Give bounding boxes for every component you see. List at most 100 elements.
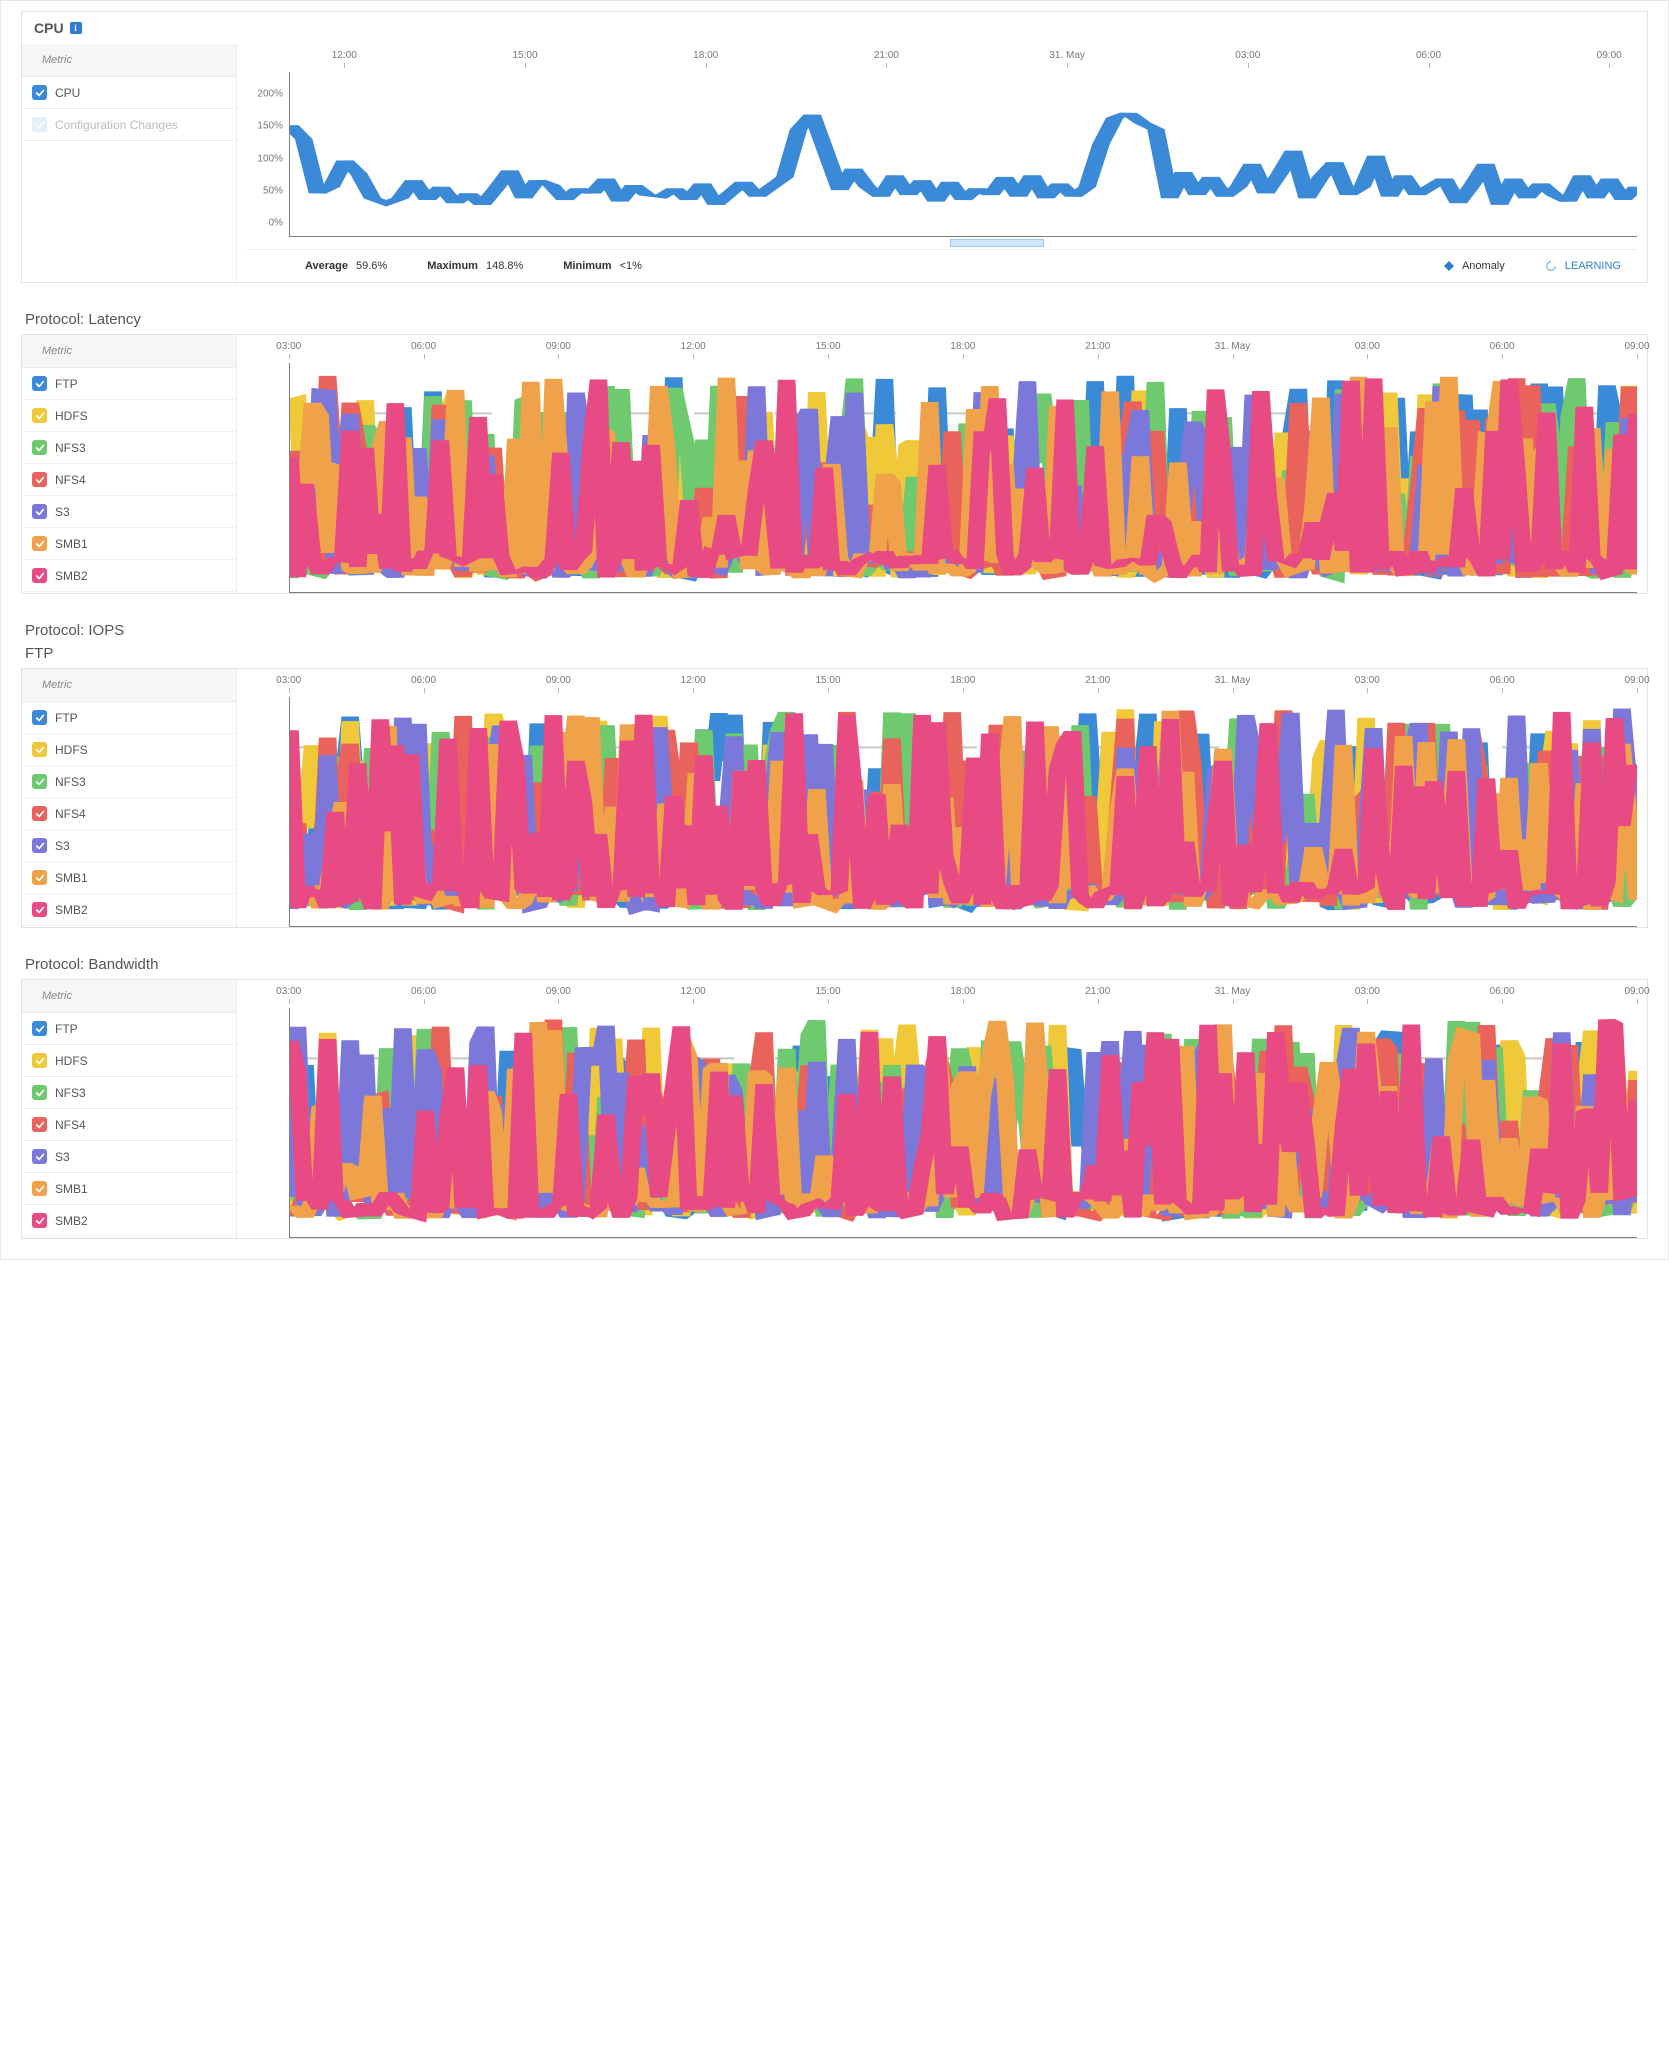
legend-item-smb1[interactable]: SMB1: [22, 862, 236, 894]
checkbox-icon[interactable]: [32, 1213, 47, 1228]
checkbox-icon[interactable]: [32, 472, 47, 487]
panel-cpu: CPU i Metric CPUConfiguration Changes 12…: [21, 11, 1648, 283]
max-label: Maximum: [427, 260, 478, 272]
chart-iops[interactable]: 03:0006:0009:0012:0015:0018:0021:0031. M…: [237, 669, 1647, 927]
legend-item-smb1[interactable]: SMB1: [22, 1173, 236, 1205]
section-title-iops: Protocol: IOPS: [25, 622, 1648, 639]
legend-item-ftp[interactable]: FTP: [22, 702, 236, 734]
checkbox-icon[interactable]: [32, 1117, 47, 1132]
checkbox-icon[interactable]: [32, 440, 47, 455]
legend-item-hdfs[interactable]: HDFS: [22, 400, 236, 432]
x-tick-label: 03:00: [1355, 986, 1380, 997]
learning-label: LEARNING: [1565, 260, 1621, 272]
legend-label: NFS4: [55, 807, 86, 821]
x-tick-label: 09:00: [546, 986, 571, 997]
y-tick-label: 150%: [257, 121, 283, 132]
legend-iops: Metric FTPHDFSNFS3NFS4S3SMB1SMB2: [22, 669, 237, 927]
x-tick-label: 18:00: [693, 50, 718, 61]
legend-label: FTP: [55, 377, 78, 391]
panel-latency: Metric FTPHDFSNFS3NFS4S3SMB1SMB2 03:0006…: [21, 334, 1648, 594]
checkbox-icon[interactable]: [32, 838, 47, 853]
x-tick-label: 12:00: [332, 50, 357, 61]
x-tick-label: 15:00: [816, 986, 841, 997]
legend-item-hdfs[interactable]: HDFS: [22, 1045, 236, 1077]
x-tick-label: 09:00: [1624, 986, 1649, 997]
legend-label: CPU: [55, 86, 80, 100]
x-tick-label: 18:00: [950, 675, 975, 686]
legend-bandwidth: Metric FTPHDFSNFS3NFS4S3SMB1SMB2: [22, 980, 237, 1238]
legend-label: S3: [55, 839, 70, 853]
legend-item-s3[interactable]: S3: [22, 830, 236, 862]
chart-bandwidth[interactable]: 03:0006:0009:0012:0015:0018:0021:0031. M…: [237, 980, 1647, 1238]
x-tick-label: 31. May: [1215, 986, 1251, 997]
chart-cpu[interactable]: 12:0015:0018:0021:0031. May03:0006:0009:…: [237, 44, 1647, 282]
legend-item-hdfs[interactable]: HDFS: [22, 734, 236, 766]
x-tick-label: 31. May: [1049, 50, 1085, 61]
legend-item-smb2[interactable]: SMB2: [22, 894, 236, 926]
stats-row: Average59.6% Maximum148.8% Minimum<1% An…: [247, 249, 1637, 282]
x-tick-label: 12:00: [681, 675, 706, 686]
legend-label: HDFS: [55, 1054, 88, 1068]
x-tick-label: 09:00: [1624, 341, 1649, 352]
chart-latency[interactable]: 03:0006:0009:0012:0015:0018:0021:0031. M…: [237, 335, 1647, 593]
legend-item-nfs3[interactable]: NFS3: [22, 432, 236, 464]
x-tick-label: 06:00: [1490, 986, 1515, 997]
x-tick-label: 06:00: [411, 341, 436, 352]
checkbox-icon[interactable]: [32, 117, 47, 132]
checkbox-icon[interactable]: [32, 1021, 47, 1036]
checkbox-icon[interactable]: [32, 1053, 47, 1068]
x-tick-label: 03:00: [276, 341, 301, 352]
legend-item-smb1[interactable]: SMB1: [22, 528, 236, 560]
legend-item-ftp[interactable]: FTP: [22, 368, 236, 400]
legend-item-nfs4[interactable]: NFS4: [22, 1109, 236, 1141]
x-tick-label: 03:00: [276, 675, 301, 686]
x-tick-label: 03:00: [1355, 675, 1380, 686]
legend-item-nfs4[interactable]: NFS4: [22, 798, 236, 830]
legend-item-smb2[interactable]: SMB2: [22, 560, 236, 592]
legend-cpu: Metric CPUConfiguration Changes: [22, 44, 237, 282]
x-tick-label: 21:00: [1085, 675, 1110, 686]
checkbox-icon[interactable]: [32, 870, 47, 885]
max-value: 148.8%: [486, 260, 523, 272]
x-tick-label: 21:00: [874, 50, 899, 61]
legend-item-ftp[interactable]: FTP: [22, 1013, 236, 1045]
checkbox-icon[interactable]: [32, 1149, 47, 1164]
checkbox-icon[interactable]: [32, 902, 47, 917]
legend-label: HDFS: [55, 743, 88, 757]
checkbox-icon[interactable]: [32, 504, 47, 519]
x-tick-label: 15:00: [816, 675, 841, 686]
legend-label: S3: [55, 505, 70, 519]
min-label: Minimum: [563, 260, 611, 272]
legend-label: Configuration Changes: [55, 118, 178, 132]
y-tick-label: 0%: [269, 218, 283, 229]
legend-item-nfs4[interactable]: NFS4: [22, 464, 236, 496]
checkbox-icon[interactable]: [32, 85, 47, 100]
y-tick-label: 200%: [257, 89, 283, 100]
x-tick-label: 12:00: [681, 986, 706, 997]
checkbox-icon[interactable]: [32, 568, 47, 583]
checkbox-icon[interactable]: [32, 536, 47, 551]
x-tick-label: 18:00: [950, 986, 975, 997]
legend-item-smb2[interactable]: SMB2: [22, 1205, 236, 1237]
legend-label: HDFS: [55, 409, 88, 423]
legend-item-cpu[interactable]: CPU: [22, 77, 236, 109]
checkbox-icon[interactable]: [32, 806, 47, 821]
y-tick-label: 50%: [263, 185, 283, 196]
checkbox-icon[interactable]: [32, 1085, 47, 1100]
checkbox-icon[interactable]: [32, 376, 47, 391]
legend-item-nfs3[interactable]: NFS3: [22, 1077, 236, 1109]
legend-item-nfs3[interactable]: NFS3: [22, 766, 236, 798]
checkbox-icon[interactable]: [32, 774, 47, 789]
legend-item-cfg[interactable]: Configuration Changes: [22, 109, 236, 141]
legend-item-s3[interactable]: S3: [22, 496, 236, 528]
checkbox-icon[interactable]: [32, 408, 47, 423]
info-icon[interactable]: i: [70, 22, 82, 34]
checkbox-icon[interactable]: [32, 710, 47, 725]
x-tick-label: 31. May: [1215, 675, 1251, 686]
time-range-scrubber[interactable]: [289, 239, 1637, 249]
learning-indicator: LEARNING: [1545, 260, 1621, 272]
checkbox-icon[interactable]: [32, 742, 47, 757]
checkbox-icon[interactable]: [32, 1181, 47, 1196]
legend-item-s3[interactable]: S3: [22, 1141, 236, 1173]
anomaly-label: Anomaly: [1462, 260, 1505, 272]
